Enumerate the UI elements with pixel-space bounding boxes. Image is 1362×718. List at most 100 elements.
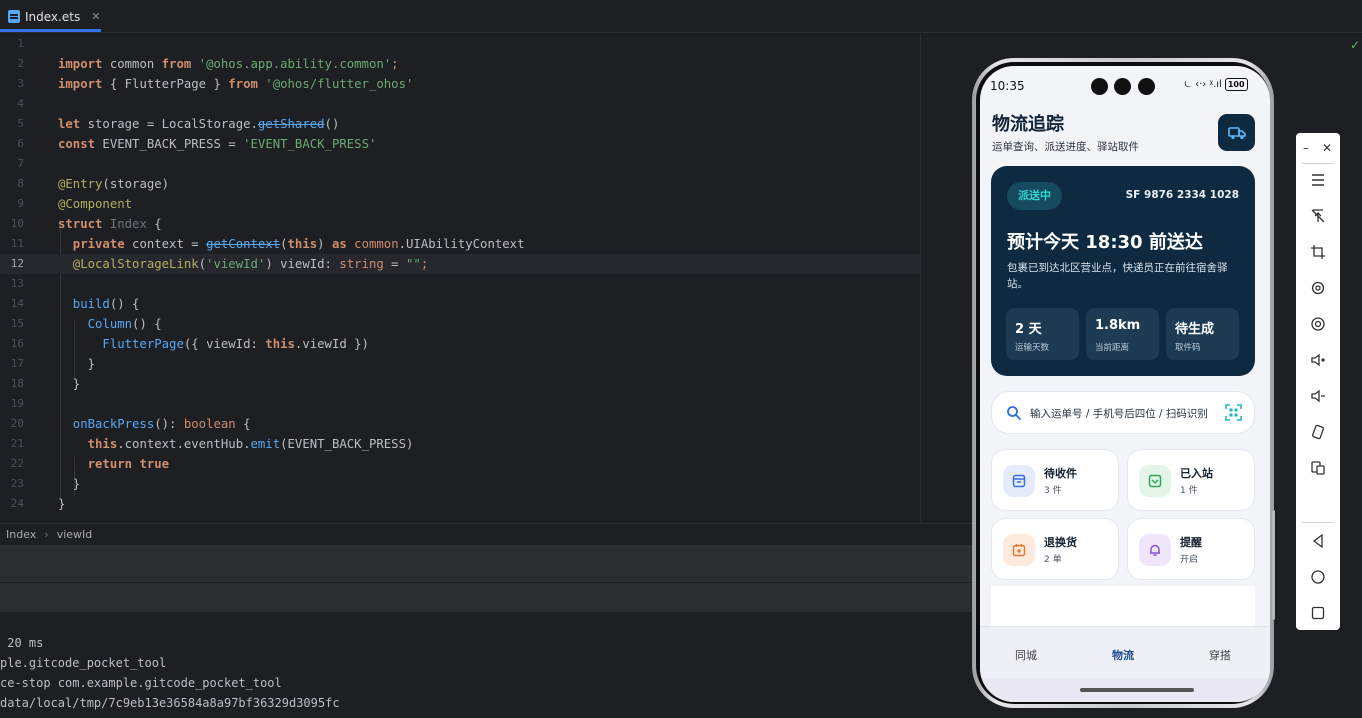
screenshot-icon[interactable] <box>1306 312 1330 336</box>
code-line: 1 <box>0 34 920 54</box>
code-token: build <box>58 297 110 311</box>
line-number: 8 <box>17 177 24 190</box>
multi-screen-icon[interactable] <box>1306 456 1330 480</box>
code-token: boolean <box>183 417 236 431</box>
code-line-current: 12 @LocalStorageLink('viewId') viewId: s… <box>0 254 920 274</box>
code-token: ({ viewId: <box>183 337 266 351</box>
close-button[interactable]: ✕ <box>1322 141 1332 155</box>
battery-icon: 100 <box>1224 78 1248 91</box>
stat-distance: 1.8km 当前距离 <box>1086 308 1159 360</box>
inspection-ok-icon[interactable]: ✓ <box>1350 38 1360 52</box>
stat-value: 1.8km <box>1095 318 1141 333</box>
code-token: @Entry <box>58 177 103 191</box>
menu-icon[interactable] <box>1306 168 1330 192</box>
code-line: 24} <box>0 494 920 514</box>
delivery-status-card[interactable]: 派送中 SF 9876 2334 1028 预计今天 18:30 前送达 包裹已… <box>991 166 1255 376</box>
line-number: 14 <box>10 297 24 310</box>
code-token: import <box>58 77 103 91</box>
toolbar-divider <box>1302 163 1334 164</box>
shake-icon[interactable] <box>1306 420 1330 444</box>
code-token: from <box>161 57 192 71</box>
tile-title: 已入站 <box>1180 467 1213 480</box>
code-token: private <box>58 237 125 251</box>
line-number: 5 <box>17 117 24 130</box>
code-line: 17 } <box>0 354 920 374</box>
code-token: common <box>102 57 162 71</box>
code-token: () { <box>109 297 140 311</box>
line-number: 21 <box>10 437 24 450</box>
nav-tab-logistics[interactable]: 物流 <box>1112 647 1134 663</box>
line-number: 9 <box>17 197 24 210</box>
breadcrumb-item-index[interactable]: Index <box>6 528 36 541</box>
breadcrumb-item-viewid[interactable]: viewId <box>57 528 93 541</box>
code-line: 3 import { FlutterPage } from '@ohos/flut… <box>0 74 920 94</box>
eta-heading: 预计今天 18:30 前送达 <box>1007 232 1203 253</box>
code-token: getContext <box>206 237 281 251</box>
rotate-icon[interactable] <box>1306 276 1330 300</box>
code-token: as <box>331 237 347 251</box>
toolbar-divider <box>1302 522 1334 523</box>
line-number: 18 <box>10 377 24 390</box>
line-number: 23 <box>10 477 24 490</box>
tile-returns[interactable]: 退换货 2 单 <box>991 518 1119 580</box>
line-number: 6 <box>17 137 24 150</box>
code-token: emit <box>250 437 281 451</box>
back-icon[interactable] <box>1306 529 1330 553</box>
inbox-icon <box>1003 465 1035 497</box>
code-token: () <box>324 117 340 131</box>
recents-icon[interactable] <box>1306 601 1330 625</box>
tile-title: 待收件 <box>1044 467 1077 480</box>
home-indicator[interactable] <box>1080 688 1194 692</box>
console-line: ce-stop com.example.gitcode_pocket_tool <box>0 676 282 690</box>
editor-tab-bar: Index.ets ✕ <box>0 0 1362 33</box>
code-editor[interactable]: 1 2 import common from '@ohos.app.ability… <box>0 34 920 522</box>
code-token: .context.eventHub. <box>117 437 251 451</box>
code-token: { <box>235 417 251 431</box>
code-line: 14 build() { <box>0 294 920 314</box>
tile-to-receive[interactable]: 待收件 3 件 <box>991 449 1119 511</box>
tile-arrived-station[interactable]: 已入站 1 件 <box>1127 449 1255 511</box>
line-number: 15 <box>10 317 24 330</box>
code-token: } <box>58 377 81 391</box>
code-token: struct <box>58 217 103 231</box>
code-token: this <box>265 337 295 351</box>
code-token: "" <box>406 257 421 271</box>
stat-value: 待生成 <box>1175 322 1215 337</box>
scan-icon[interactable] <box>1225 404 1242 421</box>
phone-side-button <box>1272 510 1275 620</box>
code-token: this <box>58 437 118 451</box>
code-token: (): <box>154 417 184 431</box>
crop-icon[interactable] <box>1306 240 1330 264</box>
home-icon[interactable] <box>1306 565 1330 589</box>
code-token: getShared <box>257 117 325 131</box>
tab-close-icon[interactable]: ✕ <box>91 10 100 23</box>
volume-down-icon[interactable] <box>1306 384 1330 408</box>
code-token: '@ohos/flutter_ohos' <box>257 77 414 91</box>
code-token: ( <box>280 237 288 251</box>
code-line: 18 } <box>0 374 920 394</box>
camera-cutout <box>1138 78 1155 95</box>
active-tab-indicator <box>0 29 101 32</box>
line-number: 13 <box>10 277 24 290</box>
nav-tab-city[interactable]: 同城 <box>1015 647 1037 663</box>
tracking-search-input[interactable]: 输入运单号 / 手机号后四位 / 扫码识别 <box>991 391 1255 434</box>
pin-icon[interactable] <box>1306 204 1330 228</box>
tile-reminder[interactable]: 提醒 开启 <box>1127 518 1255 580</box>
phone-screen[interactable]: 10:35 ⏾ ‹·› ᵡ.ıl 100 物流追踪 运单查询、派送进度、驿站取件… <box>980 66 1270 702</box>
code-token: onBackPress <box>58 417 155 431</box>
truck-button[interactable] <box>1218 114 1255 151</box>
tile-title: 提醒 <box>1180 536 1202 549</box>
code-token: ( <box>198 257 207 271</box>
code-line: 5 let storage = LocalStorage.getShared() <box>0 114 920 134</box>
bottom-navigation: 同城 物流 穿搭 <box>980 626 1270 678</box>
console-line: ple.gitcode_pocket_tool <box>0 656 167 670</box>
code-token: ; <box>391 57 399 71</box>
volume-up-icon[interactable] <box>1306 348 1330 372</box>
nav-tab-outfit[interactable]: 穿搭 <box>1209 647 1231 663</box>
line-number: 7 <box>17 157 24 170</box>
code-line: 23 } <box>0 474 920 494</box>
emulator-toolbar: – ✕ <box>1296 133 1340 630</box>
code-token: 'EVENT_BACK_PRESS' <box>243 137 377 151</box>
code-token: ) <box>317 237 332 251</box>
minimize-button[interactable]: – <box>1303 141 1309 155</box>
